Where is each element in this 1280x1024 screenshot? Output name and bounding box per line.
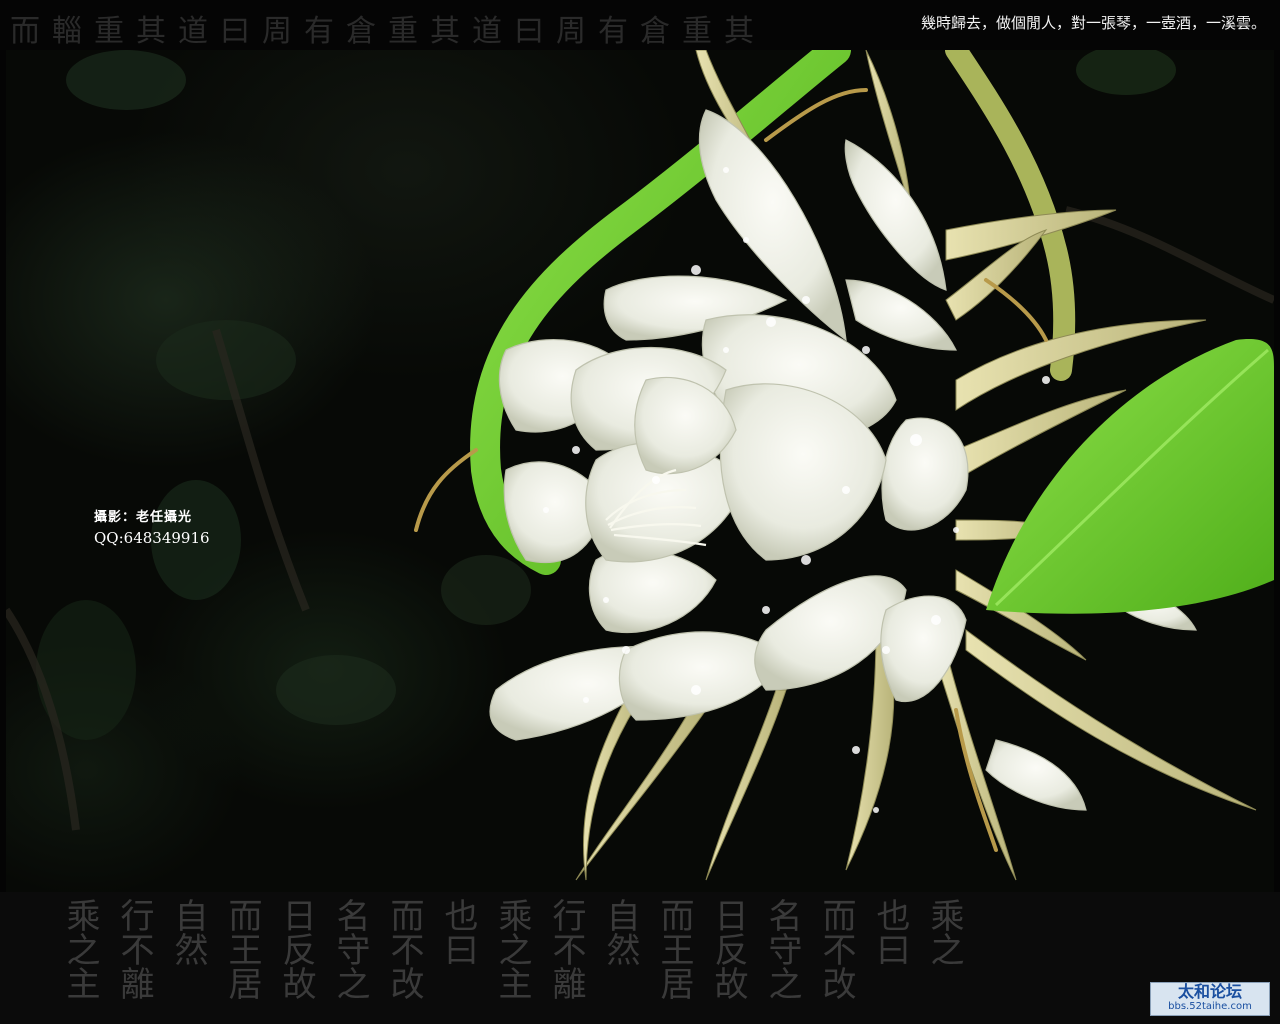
calligraphy-column: 也曰 bbox=[438, 898, 478, 966]
top-band: 而輜重其道曰周有倉重其道曰周有倉重其 幾時歸去，做個閒人，對一張琴，一壺酒，一溪… bbox=[0, 0, 1280, 50]
flower-illustration bbox=[6, 50, 1274, 881]
calligraphy-column: 而王居 bbox=[654, 898, 694, 1000]
calligraphy-column: 而不改 bbox=[816, 898, 856, 1000]
calligraphy-column: 乘之主 bbox=[60, 898, 100, 1000]
calligraphy-column: 乘之 bbox=[924, 898, 964, 966]
calligraphy-column: 日反故 bbox=[276, 898, 316, 1000]
right-stem bbox=[945, 50, 1076, 381]
poem-text: 幾時歸去，做個閒人，對一張琴，一壺酒，一溪雲。 bbox=[920, 14, 1266, 32]
calligraphy-column: 乘之主 bbox=[492, 898, 532, 1000]
wallpaper-frame: 而輜重其道曰周有倉重其道曰周有倉重其 幾時歸去，做個閒人，對一張琴，一壺酒，一溪… bbox=[0, 0, 1280, 1024]
forum-watermark: 太和论坛 bbs.52taihe.com bbox=[1150, 982, 1270, 1016]
bottom-calligraphy: 乘之主 行不離 自然 而王居 日反故 名守之 而不改 也曰 乘之主 行不離 自然… bbox=[60, 898, 964, 1000]
top-calligraphy: 而輜重其道曰周有倉重其道曰周有倉重其 bbox=[10, 14, 766, 49]
photo-credit: 攝影：老任攝光 QQ:648349916 bbox=[94, 508, 210, 548]
calligraphy-column: 而不改 bbox=[384, 898, 424, 1000]
calligraphy-column: 行不離 bbox=[114, 898, 154, 1000]
flower-photo: 攝影：老任攝光 QQ:648349916 bbox=[6, 50, 1274, 892]
calligraphy-column: 行不離 bbox=[546, 898, 586, 1000]
watermark-title: 太和论坛 bbox=[1177, 982, 1242, 1001]
calligraphy-column: 自然 bbox=[168, 898, 208, 966]
calligraphy-column: 自然 bbox=[600, 898, 640, 966]
bottom-band: 乘之主 行不離 自然 而王居 日反故 名守之 而不改 也曰 乘之主 行不離 自然… bbox=[0, 892, 1280, 1024]
calligraphy-column: 而王居 bbox=[222, 898, 262, 1000]
credit-qq: QQ:648349916 bbox=[94, 529, 210, 547]
calligraphy-column: 名守之 bbox=[762, 898, 802, 1000]
calligraphy-column: 名守之 bbox=[330, 898, 370, 1000]
calligraphy-column: 也曰 bbox=[870, 898, 910, 966]
calligraphy-column: 日反故 bbox=[708, 898, 748, 1000]
credit-photographer: 攝影：老任攝光 bbox=[94, 510, 193, 525]
watermark-url: bbs.52taihe.com bbox=[1168, 1001, 1252, 1012]
